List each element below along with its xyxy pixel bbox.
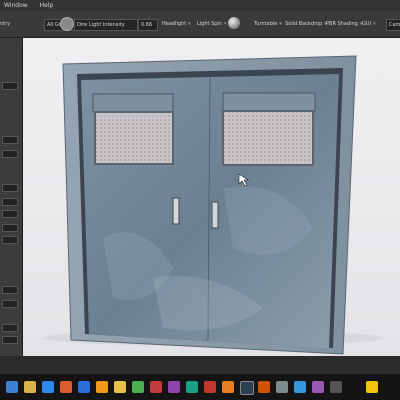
panel-field[interactable] (2, 150, 18, 158)
backdrop-label: Solid Backdrop (285, 21, 323, 27)
light-intensity-value[interactable]: 0.66 (138, 19, 158, 31)
chevron-down-icon: ▾ (223, 21, 227, 27)
panel-field[interactable] (2, 300, 18, 308)
menu-bar: Window Help (0, 0, 400, 11)
folder-icon[interactable] (114, 381, 126, 393)
panel-field[interactable] (2, 324, 18, 332)
turntable-label: Turntable (254, 21, 278, 27)
app11-icon[interactable] (330, 381, 342, 393)
app7-icon[interactable] (258, 381, 270, 393)
ie-icon[interactable] (6, 381, 18, 393)
menu-window[interactable]: Window (4, 2, 28, 9)
panel-field[interactable] (2, 236, 18, 244)
left-panel (0, 38, 23, 356)
ps-icon[interactable] (78, 381, 90, 393)
panel-field[interactable] (2, 336, 18, 344)
light-spin-toggle[interactable]: Light Spin ▾ (197, 19, 227, 29)
toolbar-entry-label: ntry (0, 21, 11, 27)
windows-taskbar (0, 374, 400, 400)
app-icon[interactable] (60, 381, 72, 393)
panel-field[interactable] (2, 82, 18, 90)
headlight-label: Headlight (162, 21, 187, 27)
panel-field[interactable] (2, 184, 18, 192)
app5-icon[interactable] (204, 381, 216, 393)
panel-field[interactable] (2, 286, 18, 294)
light-intensity-field[interactable]: Dire Light Intensity (74, 19, 138, 31)
chevron-down-icon: ▾ (188, 21, 191, 27)
app3-icon[interactable] (168, 381, 180, 393)
viewer-toolbar: ntry All Groups▾ Dire Light Intensity 0.… (0, 11, 400, 38)
app10-icon[interactable] (312, 381, 324, 393)
material-sphere-icon[interactable] (228, 17, 240, 29)
camera-select[interactable]: Camera (386, 19, 400, 31)
panel-field[interactable] (2, 224, 18, 232)
panel-field[interactable] (2, 198, 18, 206)
app6-icon[interactable] (240, 381, 254, 395)
windows-icon[interactable] (42, 381, 54, 393)
3d-viewport[interactable] (23, 38, 400, 356)
app9-icon[interactable] (294, 381, 306, 393)
shading-select[interactable]: PBR Shading ▾ (326, 19, 362, 29)
backdrop-select[interactable]: Solid Backdrop ▾ (285, 19, 327, 29)
ai-icon[interactable] (96, 381, 108, 393)
light-mode-button[interactable] (60, 17, 74, 31)
sd-icon[interactable] (222, 381, 234, 393)
app12-icon[interactable] (366, 381, 378, 393)
app2-icon[interactable] (150, 381, 162, 393)
shading-label: PBR Shading (326, 21, 358, 27)
files-icon[interactable] (24, 381, 36, 393)
chevron-down-icon: ▾ (373, 21, 376, 27)
gui-label: GUI (362, 21, 372, 27)
menu-help[interactable]: Help (40, 2, 54, 9)
panel-field[interactable] (2, 136, 18, 144)
turntable-toggle[interactable]: Turntable ▾ (254, 19, 282, 29)
headlight-toggle[interactable]: Headlight ▾ (162, 19, 191, 29)
gui-toggle[interactable]: GUI ▾ (362, 19, 376, 29)
chrome-icon[interactable] (132, 381, 144, 393)
status-strip (0, 356, 400, 374)
app4-icon[interactable] (186, 381, 198, 393)
chevron-down-icon: ▾ (279, 21, 282, 27)
light-spin-label: Light Spin (197, 21, 222, 27)
panel-field[interactable] (2, 210, 18, 218)
app8-icon[interactable] (276, 381, 288, 393)
door-render (43, 55, 383, 355)
